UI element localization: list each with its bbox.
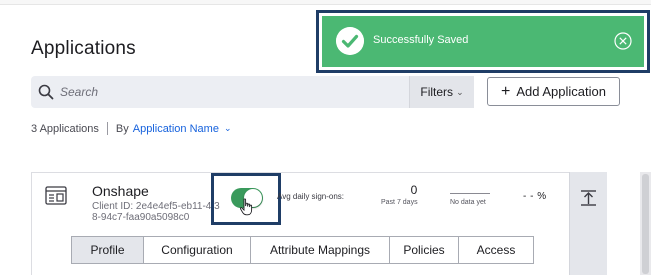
summary-divider <box>106 122 108 135</box>
sort-prefix: By <box>115 122 129 135</box>
chevron-down-icon: ⌄ <box>456 86 464 97</box>
app-tabs: Profile Configuration Attribute Mappings… <box>71 236 534 264</box>
sign-ons-value: 0 <box>410 183 418 197</box>
tab-access[interactable]: Access <box>459 236 534 264</box>
tab-attribute-mappings[interactable]: Attribute Mappings <box>251 236 390 264</box>
close-circle-icon[interactable] <box>614 32 632 50</box>
client-id: Client ID: 2e4e4ef5-eb11-4f38-94c7-faa90… <box>92 201 220 223</box>
top-divider <box>0 0 651 5</box>
trend-sparkline <box>450 193 490 194</box>
filters-button[interactable]: Filters ⌄ <box>409 76 474 108</box>
scrollbar[interactable] <box>640 172 651 275</box>
sign-ons-period: Past 7 days <box>381 199 418 206</box>
tab-configuration[interactable]: Configuration <box>144 236 251 264</box>
check-circle-icon <box>336 27 364 55</box>
toggle-highlight-frame <box>211 173 281 225</box>
toast-message: Successfully Saved <box>373 34 469 46</box>
search-input[interactable] <box>60 82 430 102</box>
scrollbar-thumb[interactable] <box>642 174 649 274</box>
success-toast: Successfully Saved <box>322 16 644 67</box>
tab-profile[interactable]: Profile <box>71 236 144 264</box>
chevron-down-icon[interactable]: ⌄ <box>224 123 232 134</box>
filters-label: Filters <box>420 85 454 99</box>
app-name[interactable]: Onshape <box>92 183 149 199</box>
avg-sign-ons-label: Avg daily sign-ons: <box>277 192 344 201</box>
search-bar <box>31 76 474 108</box>
add-application-button[interactable]: + Add Application <box>487 77 620 106</box>
plus-icon: + <box>501 82 511 100</box>
collapse-top-icon <box>581 190 596 206</box>
application-count: 3 Applications <box>31 122 99 135</box>
app-window-icon <box>45 186 67 205</box>
trend-percent: - - % <box>523 191 547 202</box>
trend-status: No data yet <box>450 199 486 206</box>
sort-dropdown[interactable]: Application Name <box>133 123 219 135</box>
search-icon <box>38 84 54 100</box>
page-title: Applications <box>31 38 136 59</box>
tab-policies[interactable]: Policies <box>390 236 459 264</box>
results-summary: 3 Applications By Application Name ⌄ <box>31 122 232 135</box>
add-application-label: Add Application <box>516 84 606 99</box>
collapse-panel-button[interactable] <box>569 172 607 275</box>
